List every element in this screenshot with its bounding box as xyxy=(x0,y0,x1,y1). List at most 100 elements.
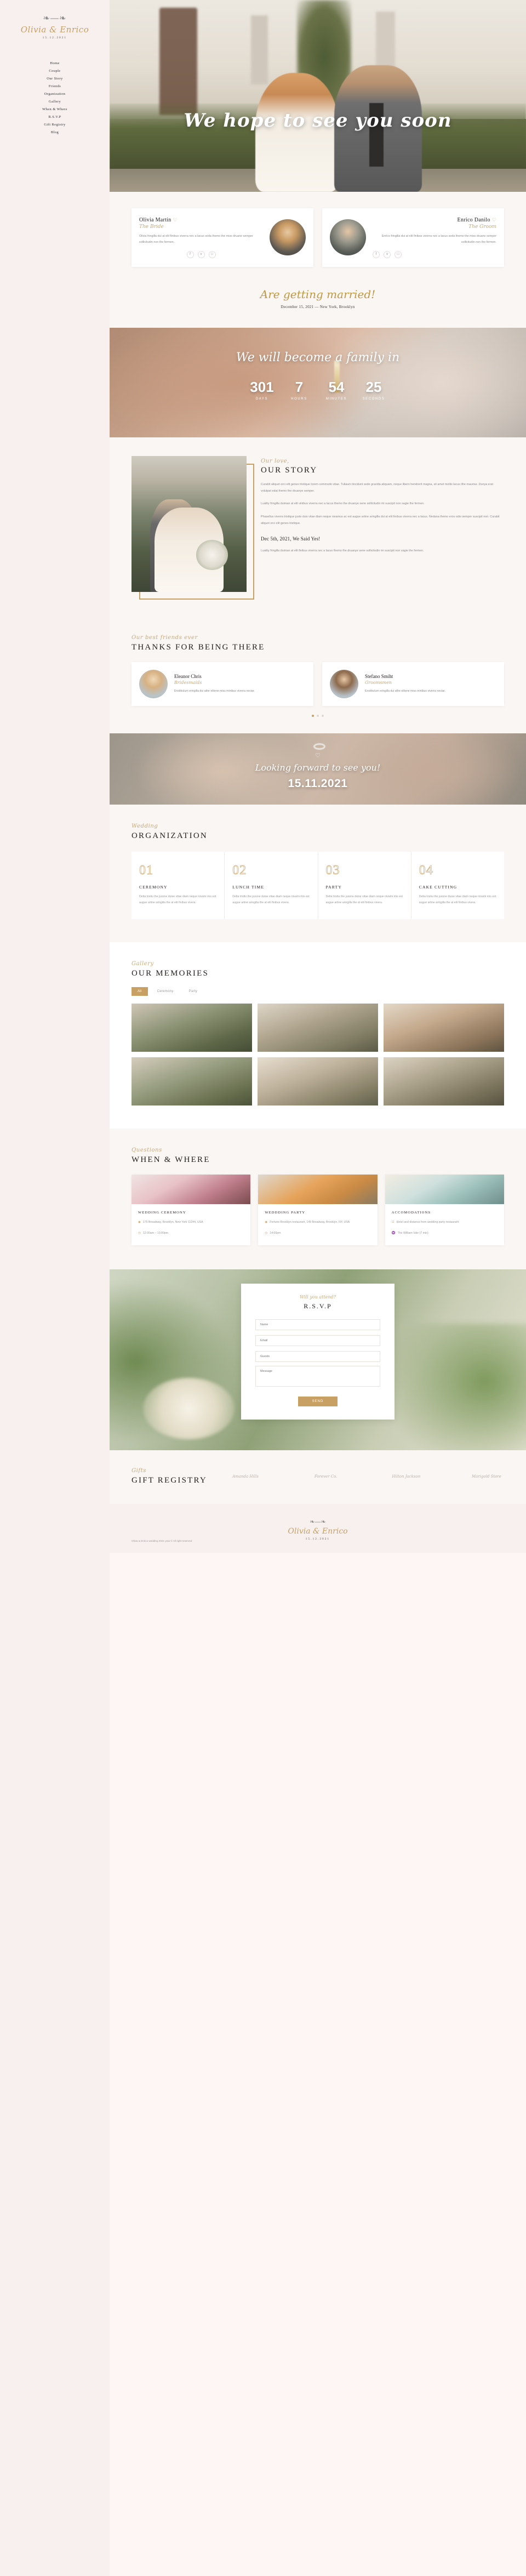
footer-copyright: Olivia & Enrico wedding 2021 year © All … xyxy=(132,1540,192,1543)
logo-amanda-hills[interactable]: Amanda Hills xyxy=(228,1466,263,1488)
rsvp-send-button[interactable]: SEND xyxy=(298,1396,338,1406)
sidebar-item-gift-registry[interactable]: Gift Registry xyxy=(44,123,65,127)
countdown-seconds: 25 SECONDS xyxy=(361,380,386,401)
rsvp-kicker: Will you attend? xyxy=(300,1294,336,1300)
card-photo xyxy=(132,1174,251,1204)
sidebar-item-organization[interactable]: Organization xyxy=(44,92,66,96)
gallery-item[interactable] xyxy=(384,1057,504,1105)
card-title: ACCOMODATIONS xyxy=(391,1210,431,1215)
hero-title: We hope to see you soon xyxy=(184,110,452,132)
friend-text: Stefano Smiht Groomsmen Enstibulum ering… xyxy=(365,674,445,694)
organization-item-text: Delta tristiu the jusone duise vitae dia… xyxy=(232,894,310,904)
groom-text: Enrico Danilo ♡ The Groom Enrico fringil… xyxy=(373,217,496,258)
countdown-days-value: 301 xyxy=(250,378,274,395)
when-where-card-ceremony: WEDDING CEREMONY ◉ 175 Broadway, Brookly… xyxy=(132,1174,251,1245)
organization-kicker: Wedding xyxy=(132,823,158,829)
organization-item-text: Delta tristiu the jusone duise vitae dia… xyxy=(325,894,403,904)
card-location-row: ◉ 175 Broadway, Brooklyn, New York 11244… xyxy=(138,1219,244,1226)
sidebar-item-gallery[interactable]: Gallery xyxy=(49,100,61,104)
hero-door xyxy=(159,8,197,115)
gallery-tab-party[interactable]: Party xyxy=(183,987,204,996)
bride-role: The Bride xyxy=(139,224,164,230)
friend-role: Groomsmen xyxy=(365,680,392,685)
heart-icon: ♡ xyxy=(491,217,496,223)
instagram-icon[interactable]: □ xyxy=(208,250,216,258)
gallery-item[interactable] xyxy=(132,1057,252,1105)
friend-role: Bridesmaids xyxy=(174,680,202,685)
clock-icon: ◷ xyxy=(138,1231,141,1235)
countdown-timer: 301 DAYS 7 HOURS 54 MINUTES 25 SECONDS xyxy=(110,380,526,401)
facebook-icon[interactable]: f xyxy=(186,250,194,258)
guests-field[interactable] xyxy=(255,1350,380,1362)
hero-section: We hope to see you soon xyxy=(110,0,526,192)
twitter-icon[interactable]: ᴠ xyxy=(384,250,391,258)
sidebar-item-rsvp[interactable]: R.S.V.P xyxy=(48,115,61,119)
gallery-section: Gallery OUR MEMORIES All Ceremony Party xyxy=(110,942,526,1129)
hero-window xyxy=(251,15,268,84)
rsvp-title: R.S.V.P xyxy=(304,1302,332,1310)
sidebar-item-when-where[interactable]: When & Where xyxy=(42,107,67,111)
twitter-icon[interactable]: ᴠ xyxy=(197,250,205,258)
couple-section: Olivia Martin ♡ The Bride Olivia fringil… xyxy=(110,192,526,279)
wedding-landing-page: ❧—❧ Olivia & Enrico 15.12.2021 Home Coup… xyxy=(0,0,526,2576)
countdown-minutes-value: 54 xyxy=(328,378,345,395)
flower-decoration xyxy=(142,1377,235,1440)
getting-married-section: Are getting married! December 15, 2021 —… xyxy=(110,278,526,328)
organization-number: 03 xyxy=(325,863,340,877)
countdown-seconds-value: 25 xyxy=(365,378,382,395)
organization-item: 01 CEREMONY Delta tristiu the jusone dui… xyxy=(132,851,225,919)
carousel-dot[interactable] xyxy=(312,714,314,717)
sidebar-item-our-story[interactable]: Our Story xyxy=(47,77,62,81)
sidebar-item-friends[interactable]: Friends xyxy=(49,84,61,88)
logo-hilton-jackson[interactable]: Hilton Jackson xyxy=(388,1466,424,1488)
card-location-row: ◉ Fortune Brooklyn restaurant, 149 Broad… xyxy=(265,1219,370,1226)
heart-icon: ♡ xyxy=(173,217,178,223)
sidebar-nav: Home Couple Our Story Friends Organizati… xyxy=(0,61,110,134)
countdown-minutes: 54 MINUTES xyxy=(324,380,349,401)
carousel-dot[interactable] xyxy=(317,714,319,717)
gallery-item[interactable] xyxy=(132,1003,252,1052)
date-banner-content: ♡ Looking forward to see you! 15.11.2021 xyxy=(110,752,526,790)
story-paragraph-3: Phasellus viverra tristique justo duis v… xyxy=(261,515,500,526)
leaf-branch-icon: ❧—❧ xyxy=(43,14,67,23)
getting-married-headline: Are getting married! xyxy=(260,287,376,301)
instagram-icon[interactable]: □ xyxy=(395,250,402,258)
card-title: WEDDING CEREMONY xyxy=(138,1210,186,1215)
gallery-tab-all[interactable]: All xyxy=(132,987,148,996)
story-paragraph-4: Luality fringilla duiman at elit finibus… xyxy=(261,549,424,553)
footer-names: Olivia & Enrico xyxy=(288,1526,348,1536)
name-field[interactable] xyxy=(255,1319,380,1330)
card-hotel-name-text: The William Vale (7 min) xyxy=(397,1231,428,1235)
card-body: WEDDING CEREMONY ◉ 175 Broadway, Brookly… xyxy=(132,1204,250,1245)
card-hotel-name-row: ♒ The William Vale (7 min) xyxy=(392,1230,498,1236)
gallery-item[interactable] xyxy=(384,1003,504,1052)
card-time-text: 12:00am – 13:00pm xyxy=(142,1231,169,1235)
bride-avatar xyxy=(270,219,306,256)
logo-forever[interactable]: Forever Co. xyxy=(308,1466,344,1488)
leaf-branch-icon: ❧—❧ xyxy=(310,1518,326,1525)
gallery-item[interactable] xyxy=(258,1003,378,1052)
gift-registry-logos: Amanda Hills Forever Co. Hilton Jackson … xyxy=(228,1466,504,1488)
story-kicker: Our love, xyxy=(261,458,289,464)
countdown-section: We will become a family in 301 DAYS 7 HO… xyxy=(110,327,526,437)
rsvp-form: SEND xyxy=(255,1318,380,1406)
friends-cards: Eleanor Chris Bridesmaids Enstibulum eri… xyxy=(132,662,504,706)
countdown-headline: We will become a family in xyxy=(236,350,400,364)
gallery-tab-ceremony[interactable]: Ceremony xyxy=(151,987,180,996)
card-time-row: ◷ 12:00am – 13:00pm xyxy=(138,1230,244,1236)
sidebar-item-blog[interactable]: Blog xyxy=(51,130,59,134)
email-field[interactable] xyxy=(255,1335,380,1346)
location-pin-icon: ◉ xyxy=(138,1220,141,1224)
sidebar-item-couple[interactable]: Couple xyxy=(49,69,60,73)
sidebar-item-home[interactable]: Home xyxy=(50,61,60,65)
bride-social-links: f ᴠ □ xyxy=(139,250,263,258)
organization-number: 01 xyxy=(139,863,153,877)
organization-item: 04 CAKE CUTTING Delta tristiu the jusone… xyxy=(411,852,504,919)
carousel-dot[interactable] xyxy=(322,714,324,717)
our-story-section: Our love, OUR STORY Curabit aliquet orci… xyxy=(110,437,526,616)
logo-marigold[interactable]: Marigold Store xyxy=(469,1466,504,1488)
gallery-item[interactable] xyxy=(258,1057,378,1105)
story-subheading: Dec 5th, 2021, We Said Yes! xyxy=(261,536,321,542)
message-field[interactable] xyxy=(255,1365,380,1387)
facebook-icon[interactable]: f xyxy=(373,250,380,258)
